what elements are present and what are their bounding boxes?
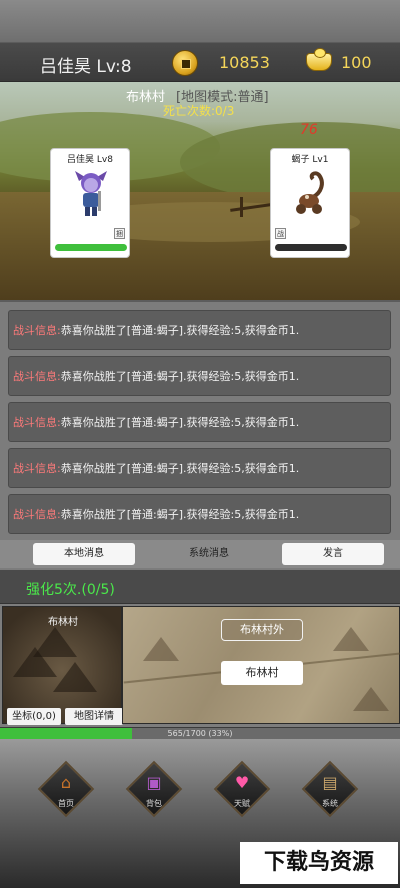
log-entry: 战斗信息:恭喜你战胜了[普通:蝎子].获得经验:5,获得金币1. [8, 494, 391, 534]
book-icon: ▤ [322, 773, 338, 792]
world-map: 布林村外 布林村 [122, 606, 400, 724]
coordinate-button[interactable]: 坐标(0,0) [7, 708, 61, 725]
bag-icon: ▣ [146, 773, 162, 792]
map-detail-button[interactable]: 地图详情 [65, 708, 123, 725]
ingot-icon [306, 48, 332, 71]
location-outer-village[interactable]: 布林村外 [221, 619, 303, 641]
log-entry: 战斗信息:恭喜你战胜了[普通:蝎子].获得经验:5,获得金币1. [8, 310, 391, 350]
header-bar: 吕佳昊 Lv:8 10853 100 [0, 42, 400, 82]
speak-button[interactable]: 发言 [282, 543, 384, 565]
minimap[interactable]: 布林村 坐标(0,0) 地图详情 [2, 606, 123, 725]
mountain-icon [143, 637, 179, 661]
player-name-level: 吕佳昊 Lv:8 [40, 57, 132, 77]
ingot-amount: 100 [341, 53, 372, 72]
player-sprite-icon [75, 171, 107, 216]
nav-home-button[interactable]: ⌂ 首页 [37, 760, 95, 818]
nav-system-button[interactable]: ▤ 系统 [301, 760, 359, 818]
map-name: 布林村 [126, 90, 166, 105]
location-current-village[interactable]: 布林村 [221, 661, 303, 685]
log-entry: 战斗信息:恭喜你战胜了[普通:蝎子].获得经验:5,获得金币1. [8, 448, 391, 488]
tab-system-messages[interactable]: 系统消息 [158, 543, 260, 565]
player-card[interactable]: 吕佳昊 Lv8 捆 [50, 148, 130, 258]
battle-log-panel: 战斗信息:恭喜你战胜了[普通:蝎子].获得经验:5,获得金币1. 战斗信息:恭喜你… [0, 300, 400, 570]
death-count: 死亡次数:0/3 [163, 104, 235, 118]
battle-scene: 布林村 [地图模式:普通] 死亡次数:0/3 76 吕佳昊 Lv8 捆 蝎子 L… [0, 82, 400, 300]
log-entry-text: 恭喜你战胜了[普通:蝎子].获得经验:5,获得金币1. [60, 324, 300, 337]
player-hp-bar [55, 244, 127, 251]
top-strip [0, 0, 400, 42]
log-entry-prefix: 战斗信息: [13, 324, 61, 337]
mountain-icon [353, 687, 389, 711]
mountain-icon [53, 662, 97, 692]
enemy-card[interactable]: 蝎子 Lv1 战 [270, 148, 350, 258]
damage-number: 76 [300, 122, 318, 138]
nav-talent-button[interactable]: ♥ 天赋 [213, 760, 271, 818]
nav-bag-label: 背包 [146, 799, 162, 808]
scorpion-sprite-icon [296, 171, 324, 214]
home-icon: ⌂ [60, 773, 72, 792]
enhance-bar[interactable]: 强化5次.(0/5) [0, 570, 400, 604]
message-tab-bar: 本地消息 系统消息 发言 [0, 540, 400, 568]
nav-bag-button[interactable]: ▣ 背包 [125, 760, 183, 818]
minimap-title: 布林村 [48, 617, 78, 628]
map-area: 布林村 坐标(0,0) 地图详情 布林村外 布林村 [0, 604, 400, 726]
log-entry: 战斗信息:恭喜你战胜了[普通:蝎子].获得经验:5,获得金币1. [8, 356, 391, 396]
log-entry: 战斗信息:恭喜你战胜了[普通:蝎子].获得经验:5,获得金币1. [8, 402, 391, 442]
coin-icon [172, 50, 198, 76]
player-card-name: 吕佳昊 Lv8 [67, 155, 113, 165]
log-entry-prefix: 战斗信息: [13, 370, 61, 383]
log-entry-prefix: 战斗信息: [13, 462, 61, 475]
background-fence-post [240, 197, 243, 217]
nav-system-label: 系统 [322, 799, 338, 808]
nav-talent-label: 天赋 [234, 799, 250, 808]
log-entry-text: 恭喜你战胜了[普通:蝎子].获得经验:5,获得金币1. [60, 508, 300, 521]
player-card-tag: 捆 [114, 228, 125, 239]
experience-bar: 565/1700 (33%) [0, 727, 400, 739]
mountain-icon [33, 627, 77, 657]
log-entry-prefix: 战斗信息: [13, 508, 61, 521]
log-entry-prefix: 战斗信息: [13, 416, 61, 429]
enhance-text: 强化5次.(0/5) [26, 582, 115, 598]
gold-amount: 10853 [219, 53, 270, 72]
enemy-hp-bar [275, 244, 347, 251]
enemy-card-tag: 战 [275, 228, 286, 239]
heart-icon: ♥ [234, 773, 250, 792]
log-entry-text: 恭喜你战胜了[普通:蝎子].获得经验:5,获得金币1. [60, 416, 300, 429]
log-entry-text: 恭喜你战胜了[普通:蝎子].获得经验:5,获得金币1. [60, 370, 300, 383]
mountain-icon [333, 627, 369, 651]
watermark-logo: 下载鸟资源 [240, 842, 398, 884]
log-entry-text: 恭喜你战胜了[普通:蝎子].获得经验:5,获得金币1. [60, 462, 300, 475]
nav-home-label: 首页 [58, 799, 74, 808]
tab-local-messages[interactable]: 本地消息 [33, 543, 135, 565]
experience-text: 565/1700 (33%) [167, 729, 233, 738]
enemy-card-name: 蝎子 Lv1 [291, 155, 329, 165]
